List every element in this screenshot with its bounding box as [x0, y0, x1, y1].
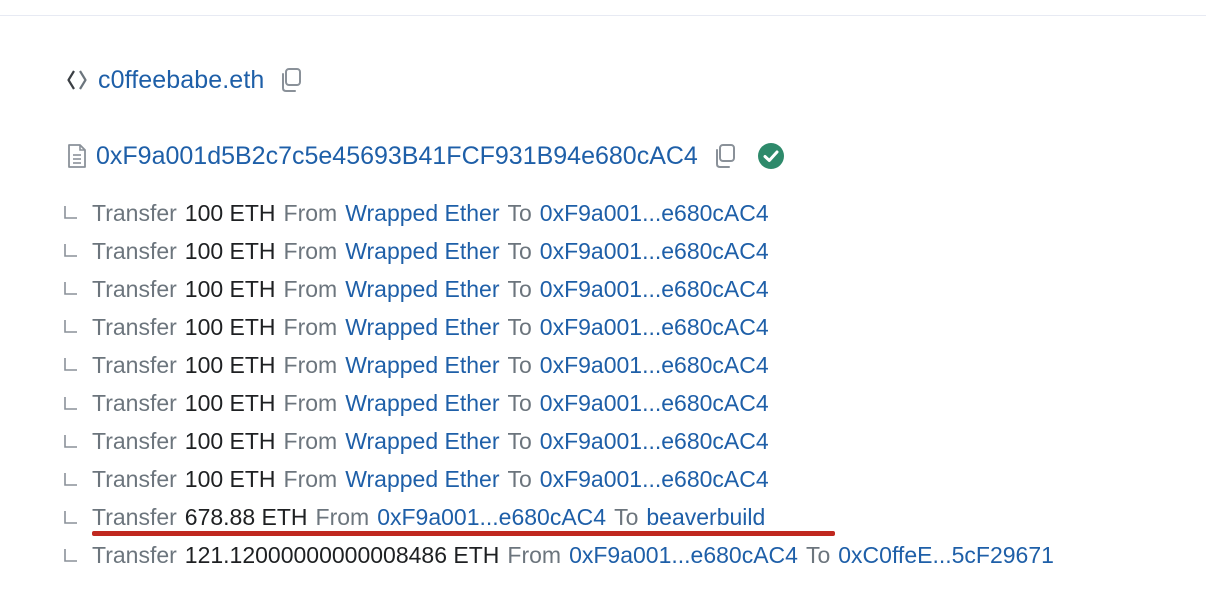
transfer-amount: 100 ETH — [184, 351, 276, 378]
transfer-amount: 100 ETH — [184, 199, 276, 226]
transfer-label: Transfer — [92, 466, 177, 493]
transfer-to-link[interactable]: 0xF9a001...e680cAC4 — [540, 466, 769, 493]
transfer-to-link[interactable]: 0xF9a001...e680cAC4 — [540, 352, 769, 379]
transfer-label: Transfer — [92, 199, 177, 226]
from-label: From — [283, 351, 338, 378]
transfer-to-link[interactable]: 0xF9a001...e680cAC4 — [540, 238, 769, 265]
to-label: To — [507, 390, 532, 417]
transfer-to-link[interactable]: 0xF9a001...e680cAC4 — [540, 314, 769, 341]
from-label: From — [283, 428, 338, 455]
from-label: From — [315, 504, 370, 531]
transfer-label: Transfer — [92, 542, 177, 569]
branch-corner-icon — [62, 278, 84, 300]
transfer-from-link[interactable]: Wrapped Ether — [345, 276, 499, 303]
contract-address-link[interactable]: 0xF9a001d5B2c7c5e45693B41FCF931B94e680cA… — [96, 142, 698, 171]
branch-corner-icon — [62, 431, 84, 453]
transfer-row: Transfer 678.88 ETH From 0xF9a001...e680… — [62, 499, 1054, 537]
token-transfer-list: Transfer 100 ETH From Wrapped Ether To 0… — [62, 194, 1054, 575]
transfer-from-link[interactable]: Wrapped Ether — [345, 238, 499, 265]
transfer-row: Transfer 121.12000000000008486 ETH From … — [62, 537, 1054, 575]
document-icon — [64, 141, 90, 171]
ens-name-row: c0ffeebabe.eth — [64, 60, 306, 100]
transfer-to-link[interactable]: beaverbuild — [646, 504, 765, 531]
transfer-amount: 100 ETH — [184, 466, 276, 493]
transfer-from-link[interactable]: Wrapped Ether — [345, 200, 499, 227]
transfer-amount: 100 ETH — [184, 428, 276, 455]
transfer-row: Transfer 100 ETH From Wrapped Ether To 0… — [62, 232, 1054, 270]
highlight-underline — [92, 530, 835, 536]
verified-check-icon — [756, 141, 786, 171]
branch-corner-icon — [62, 545, 84, 567]
branch-corner-icon — [62, 354, 84, 376]
from-label: From — [283, 313, 338, 340]
transfer-label: Transfer — [92, 428, 177, 455]
transfer-from-link[interactable]: 0xF9a001...e680cAC4 — [569, 542, 798, 569]
from-label: From — [283, 199, 338, 226]
transfer-from-link[interactable]: Wrapped Ether — [345, 352, 499, 379]
transfer-row: Transfer 100 ETH From Wrapped Ether To 0… — [62, 461, 1054, 499]
transfer-row: Transfer 100 ETH From Wrapped Ether To 0… — [62, 384, 1054, 422]
transfer-row: Transfer 100 ETH From Wrapped Ether To 0… — [62, 308, 1054, 346]
from-label: From — [283, 237, 338, 264]
transfer-to-link[interactable]: 0xF9a001...e680cAC4 — [540, 276, 769, 303]
transfer-row: Transfer 100 ETH From Wrapped Ether To 0… — [62, 194, 1054, 232]
top-divider — [0, 15, 1206, 16]
transfer-amount: 100 ETH — [184, 390, 276, 417]
to-label: To — [805, 542, 831, 569]
transfer-from-link[interactable]: Wrapped Ether — [345, 314, 499, 341]
transfer-row: Transfer 100 ETH From Wrapped Ether To 0… — [62, 423, 1054, 461]
transfer-from-link[interactable]: 0xF9a001...e680cAC4 — [377, 504, 606, 531]
branch-corner-icon — [62, 316, 84, 338]
from-label: From — [283, 275, 338, 302]
to-label: To — [507, 351, 532, 378]
transfer-amount: 100 ETH — [184, 237, 276, 264]
transfer-amount: 121.12000000000008486 ETH — [184, 542, 500, 569]
transfer-from-link[interactable]: Wrapped Ether — [345, 428, 499, 455]
transfer-label: Transfer — [92, 351, 177, 378]
transfer-from-link[interactable]: Wrapped Ether — [345, 466, 499, 493]
transfer-label: Transfer — [92, 390, 177, 417]
transfer-label: Transfer — [92, 237, 177, 264]
transfer-row: Transfer 100 ETH From Wrapped Ether To 0… — [62, 346, 1054, 384]
copy-icon[interactable] — [276, 65, 306, 95]
ens-diamond-icon — [64, 67, 90, 93]
transfer-to-link[interactable]: 0xF9a001...e680cAC4 — [540, 200, 769, 227]
branch-corner-icon — [62, 469, 84, 491]
to-label: To — [507, 199, 532, 226]
transfer-to-link[interactable]: 0xF9a001...e680cAC4 — [540, 428, 769, 455]
to-label: To — [507, 275, 532, 302]
transfer-amount: 678.88 ETH — [184, 504, 308, 531]
to-label: To — [507, 313, 532, 340]
branch-corner-icon — [62, 507, 84, 529]
transfer-to-link[interactable]: 0xF9a001...e680cAC4 — [540, 390, 769, 417]
branch-corner-icon — [62, 393, 84, 415]
branch-corner-icon — [62, 240, 84, 262]
transfer-label: Transfer — [92, 313, 177, 340]
transfer-label: Transfer — [92, 275, 177, 302]
copy-icon[interactable] — [710, 141, 740, 171]
from-label: From — [507, 542, 562, 569]
ens-name-link[interactable]: c0ffeebabe.eth — [98, 66, 264, 95]
transfer-label: Transfer — [92, 504, 177, 531]
from-label: From — [283, 390, 338, 417]
to-label: To — [507, 428, 532, 455]
to-label: To — [614, 504, 639, 531]
contract-address-row: 0xF9a001d5B2c7c5e45693B41FCF931B94e680cA… — [64, 136, 786, 176]
to-label: To — [507, 466, 532, 493]
to-label: To — [507, 237, 532, 264]
transfer-to-link[interactable]: 0xC0ffeE...5cF29671 — [838, 542, 1054, 569]
branch-corner-icon — [62, 202, 84, 224]
transfer-row: Transfer 100 ETH From Wrapped Ether To 0… — [62, 270, 1054, 308]
transfer-amount: 100 ETH — [184, 275, 276, 302]
transfer-from-link[interactable]: Wrapped Ether — [345, 390, 499, 417]
from-label: From — [283, 466, 338, 493]
transfer-amount: 100 ETH — [184, 313, 276, 340]
